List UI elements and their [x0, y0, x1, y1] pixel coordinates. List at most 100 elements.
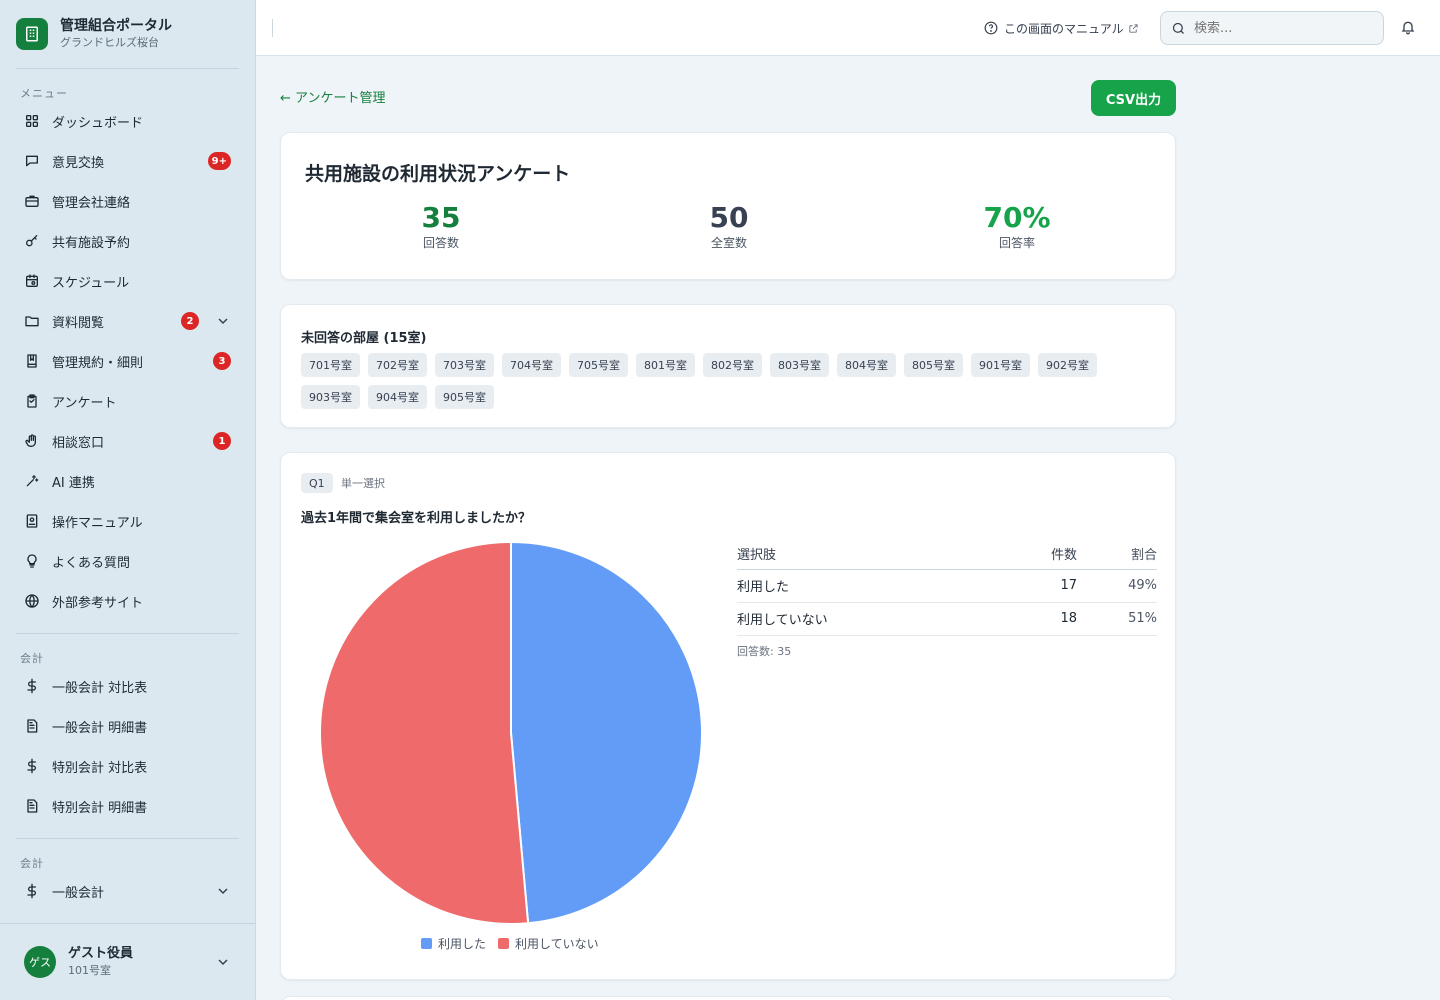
room-chip: 902号室: [1038, 353, 1097, 377]
legend-label: 利用していない: [515, 937, 599, 951]
nav-item[interactable]: よくある質問: [0, 541, 255, 581]
pie-slice-1[interactable]: [319, 540, 530, 925]
nav-item[interactable]: 管理会社連絡: [0, 181, 255, 221]
nav-item[interactable]: ダッシュボード: [0, 101, 255, 141]
survey-summary-card: 共用施設の利用状況アンケート 35 回答数 50 全室数 70% 回答率: [280, 132, 1176, 280]
nav-item-label: 意見交換: [52, 155, 105, 171]
nav-item[interactable]: 操作マニュアル: [0, 501, 255, 541]
question-number: Q1: [301, 473, 333, 493]
notification-badge: 2: [181, 312, 199, 330]
nav-item[interactable]: 特別会計 明細書: [0, 786, 255, 826]
search-box[interactable]: [1160, 11, 1384, 45]
nav-item[interactable]: 特別会計 対比表: [0, 746, 255, 786]
room-chip: 801号室: [636, 353, 695, 377]
nav-item-label: ダッシュボード: [52, 115, 144, 131]
accounting2-nav: 一般会計: [0, 871, 255, 911]
topbar: この画面のマニュアル: [256, 0, 1440, 56]
header-ratio: 割合: [1077, 539, 1157, 570]
chat-icon: [24, 153, 40, 169]
row-ratio: 49%: [1077, 569, 1157, 603]
main-nav: ダッシュボード 意見交換 9+ 管理会社連絡共有施設予約 スケジュール 資料閲覧 2 管理規約…: [0, 101, 255, 621]
unanswered-rooms-card: 未回答の部屋 (15室) 701号室 702号室 703号室 704号室 705号室 80…: [280, 304, 1176, 428]
room-chip: 805号室: [904, 353, 963, 377]
sparkle-icon: [24, 473, 40, 489]
nav-item-label: 特別会計 対比表: [52, 760, 148, 776]
nav-item[interactable]: 一般会計: [0, 871, 255, 911]
nav-item[interactable]: AI 連携: [0, 461, 255, 501]
stat-responses: 35 回答数: [297, 201, 585, 251]
folder-icon: [24, 313, 40, 329]
chevron-down-icon: [218, 318, 228, 325]
globe-icon: [24, 593, 40, 609]
row-count: 18: [997, 602, 1077, 636]
building-icon: [16, 18, 48, 50]
nav-item-label: よくある質問: [52, 555, 131, 571]
brand-subtitle: グランドヒルズ桜台: [60, 36, 159, 49]
nav-item[interactable]: 一般会計 明細書: [0, 706, 255, 746]
search-input[interactable]: [1194, 20, 1364, 36]
pie-slice-0[interactable]: [510, 540, 703, 925]
nav-item[interactable]: 管理規約・細則 3: [0, 341, 255, 381]
brand[interactable]: 管理組合ポータル グランドヒルズ桜台: [0, 0, 255, 68]
legend-item: 利用していない: [498, 935, 599, 952]
search-icon: [1172, 22, 1184, 34]
question-card: Q1 単一選択 過去1年間で集会室を利用しましたか？ 利用した 利用していない …: [280, 452, 1176, 980]
bell-icon[interactable]: [1400, 19, 1416, 35]
nav-item[interactable]: 外部参考サイト: [0, 581, 255, 621]
avatar: ゲス: [24, 946, 56, 978]
row-ratio: 51%: [1077, 602, 1157, 636]
nav-item-label: 操作マニュアル: [52, 515, 143, 531]
nav-item-label: 一般会計 対比表: [52, 680, 148, 696]
room-chip: 901号室: [971, 353, 1030, 377]
row-option: 利用していない: [737, 602, 997, 636]
stat-value: 35: [421, 201, 461, 234]
sidebar: 管理組合ポータル グランドヒルズ桜台 メニュー ダッシュボード 意見交換 9+ 管理会…: [0, 0, 256, 1000]
room-chips: 701号室 702号室 703号室 704号室 705号室 801号室 802号室 803号室…: [301, 353, 1141, 409]
menu-section-label: メニュー: [20, 87, 68, 100]
room-chip: 705号室: [569, 353, 628, 377]
room-chip: 703号室: [435, 353, 494, 377]
notification-badge: 3: [213, 352, 231, 370]
user-room: 101号室: [68, 964, 111, 977]
topbar-divider: [272, 19, 273, 37]
nav-item-label: AI 連携: [52, 475, 95, 491]
notification-badge: 9+: [207, 152, 231, 170]
nav-item-label: 資料閲覧: [52, 315, 105, 331]
nav-item[interactable]: 共有施設予約: [0, 221, 255, 261]
room-chip: 903号室: [301, 385, 360, 409]
room-chip: 904号室: [368, 385, 427, 409]
survey-title: 共用施設の利用状況アンケート: [305, 163, 571, 185]
nav-item-label: 一般会計 明細書: [52, 720, 148, 736]
back-link[interactable]: ← アンケート管理: [280, 90, 386, 108]
table-row: 利用した 17 49%: [737, 569, 1157, 603]
nav-item[interactable]: 意見交換 9+: [0, 141, 255, 181]
nav-item[interactable]: 相談窓口 1: [0, 421, 255, 461]
table-header-row: 選択肢 件数 割合: [737, 539, 1157, 570]
user-menu[interactable]: ゲス ゲスト役員 101号室: [0, 923, 255, 1000]
nav-item[interactable]: 資料閲覧 2: [0, 301, 255, 341]
nav-item-label: 外部参考サイト: [52, 595, 144, 611]
user-name: ゲスト役員: [68, 946, 134, 961]
nav-item[interactable]: 一般会計 対比表: [0, 666, 255, 706]
document-icon: [24, 798, 40, 814]
room-chip: 704号室: [502, 353, 561, 377]
table-row: 利用していない 18 51%: [737, 602, 1157, 636]
nav-item-label: 管理規約・細則: [52, 355, 144, 371]
manual-link[interactable]: この画面のマニュアル: [984, 18, 1139, 38]
room-chip: 701号室: [301, 353, 360, 377]
key-icon: [24, 233, 40, 249]
nav-item[interactable]: スケジュール: [0, 261, 255, 301]
nav-item-label: 共有施設予約: [52, 235, 131, 251]
manual-icon: [24, 513, 40, 529]
calendar-icon: [24, 273, 40, 289]
accounting-nav: 一般会計 対比表 一般会計 明細書 特別会計 対比表特別会計 明細書: [0, 666, 255, 826]
header-count: 件数: [997, 539, 1077, 570]
nav-item[interactable]: アンケート: [0, 381, 255, 421]
stat-value: 50: [709, 201, 749, 234]
answers-count-note: 回答数: 35: [737, 645, 792, 658]
nav-item-label: スケジュール: [52, 275, 130, 291]
csv-export-button[interactable]: CSV出力: [1091, 80, 1176, 116]
nav-item-label: アンケート: [52, 395, 117, 411]
stat-label: 回答率: [998, 236, 1035, 250]
legend-swatch: [498, 938, 510, 949]
